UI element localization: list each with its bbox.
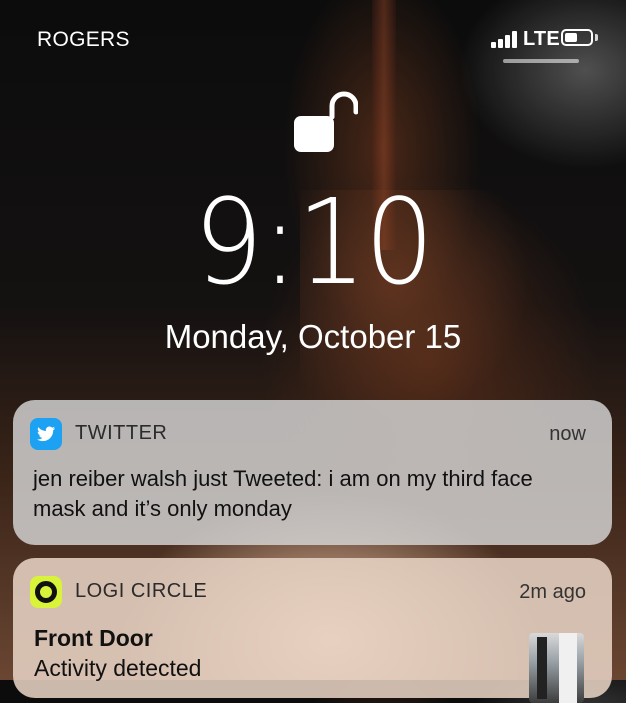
notification-app-name: LOGI CIRCLE [75,580,208,602]
unlock-icon [294,91,358,152]
notification-body: jen reiber walsh just Tweeted: i am on m… [33,466,533,521]
notification-time: now [549,423,586,445]
status-bar: ROGERS LTE [0,0,626,70]
carrier-name: ROGERS [37,28,130,51]
logi-circle-notification[interactable]: LOGI CIRCLE 2m ago Front Door Activity d… [13,558,612,703]
lock-time: 9:10 [193,173,434,311]
twitter-icon [30,418,62,450]
notification-body: Activity detected [34,655,202,681]
signal-bars-icon [491,30,519,48]
notification-time: 2m ago [519,581,586,603]
camera-thumbnail [529,633,584,703]
network-type: LTE [523,28,560,50]
lock-date: Monday, October 15 [164,318,462,355]
twitter-notification[interactable]: TWITTER now jen reiber walsh just Tweete… [13,400,612,545]
battery-level [565,33,577,42]
battery-icon [561,29,593,46]
control-center-handle[interactable] [503,59,579,63]
notification-app-name: TWITTER [75,422,168,444]
logi-circle-icon [30,576,62,608]
battery-cap [595,34,598,41]
notification-title: Front Door [34,625,153,651]
